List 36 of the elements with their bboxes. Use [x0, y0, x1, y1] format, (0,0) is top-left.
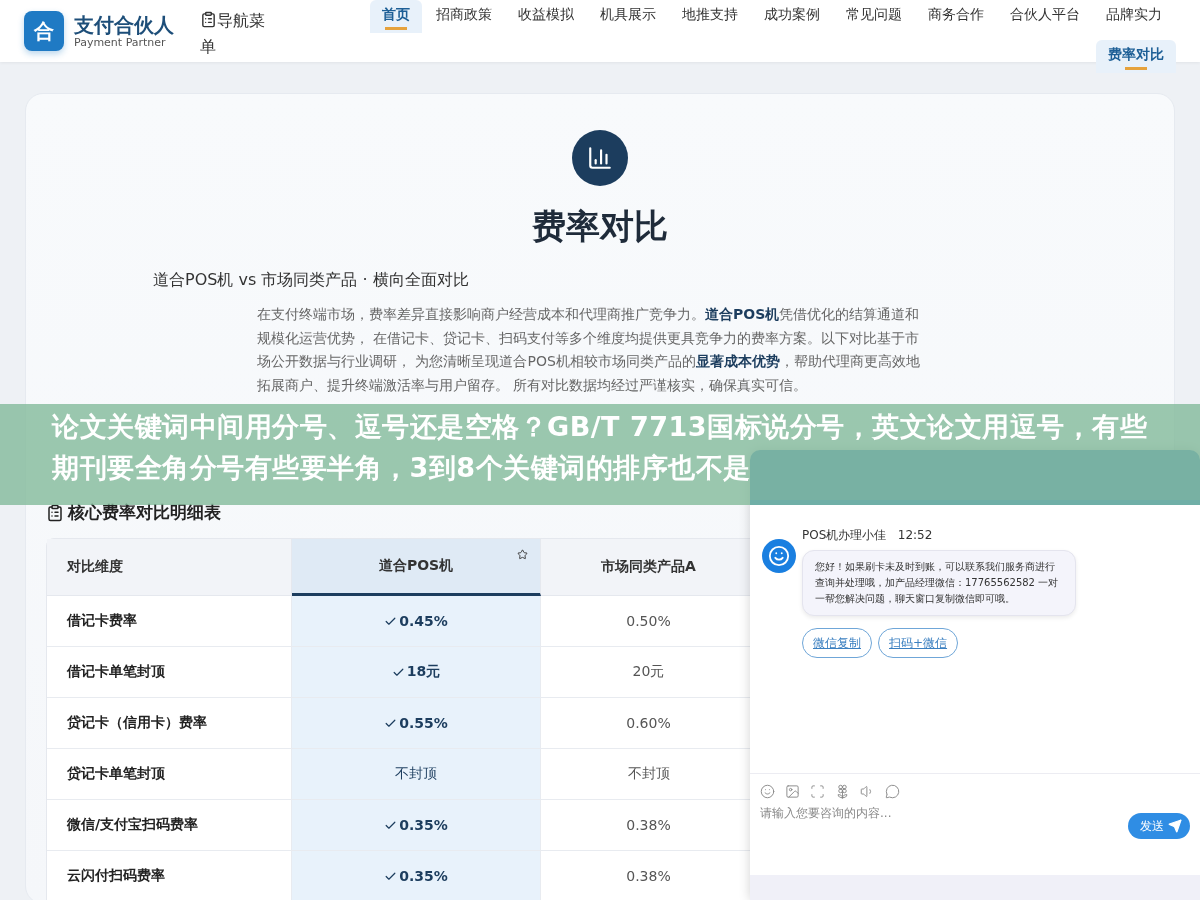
nav-tab[interactable]: 品牌实力 [1094, 0, 1174, 30]
table-cell: 贷记卡单笔封顶 [47, 749, 292, 800]
message-bubble: 您好！如果刷卡未及时到账，可以联系我们服务商进行查询并处理哦，加产品经理微信：17765562582 一对一帮您解决问题，聊天窗口复制微信即可哦。 [802, 550, 1076, 616]
table-cell: 0.35% [292, 800, 541, 851]
brand-tagline: Payment Partner [74, 37, 167, 49]
quick-reply-button[interactable]: 扫码+微信 [878, 628, 959, 658]
nav-tab[interactable]: 费率对比 [1096, 40, 1176, 73]
table-cell: 不封顶 [292, 749, 541, 800]
column-header: 道合POS机 [292, 539, 541, 596]
nav-tab[interactable]: 成功案例 [752, 0, 832, 30]
brand-name: 支付合伙人 [74, 13, 174, 37]
table-cell: 借记卡单笔封顶 [47, 647, 292, 698]
nav-tab[interactable]: 招商政策 [424, 0, 504, 30]
table-cell: 18元 [292, 647, 541, 698]
table-cell: 微信/支付宝扫码费率 [47, 800, 292, 851]
nav-tab[interactable]: 合伙人平台 [998, 0, 1092, 30]
nav-tab[interactable]: 地推支持 [670, 0, 750, 30]
overlay-banner: 论文关键词中间用分号、逗号还是空格？GB/T 7713国标说分号，英文论文用逗号，有些期刊要全角分号有些要半角，3到8个关键词的排序也不是 [0, 404, 1200, 505]
message-sender: POS机办理小佳 12:52 [802, 527, 934, 544]
nav-tab[interactable]: 常见问题 [834, 0, 914, 30]
nav-tab[interactable]: 首页 [370, 0, 422, 33]
subtitle: 道合POS机 vs 市场同类产品 · 横向全面对比 [153, 270, 470, 291]
table-cell: 贷记卡（信用卡）费率 [47, 698, 292, 749]
page-title: 费率对比 [532, 205, 668, 248]
table-cell: 0.45% [292, 596, 541, 647]
nav-tab[interactable]: 机具展示 [588, 0, 668, 30]
quick-reply-button[interactable]: 微信复制 [802, 628, 872, 658]
nav-tab[interactable]: 商务合作 [916, 0, 996, 30]
menu-toggle[interactable]: 导航菜单 [200, 8, 272, 60]
table-cell: 0.35% [292, 851, 541, 900]
table-cell: 借记卡费率 [47, 596, 292, 647]
intro-paragraph: 在支付终端市场，费率差异直接影响商户经营成本和代理商推广竞争力。道合POS机凭借优化的结算通道和规模化运营优势， 在借记卡、贷记卡、扫码支付等多个维度均提供更具竞争力的费率方案。以下对比基于市场公开数据与行业调研， 为您清晰呈现道合POS机相较市场同类产品的显著成本优势，帮助代理商更高效地拓展商户、提升终端激活率与用户留存。 所有对比数据均经过严谨核实，确保真实可信。 [257, 305, 921, 395]
nav-tab[interactable]: 收益模拟 [506, 0, 586, 30]
column-header: 对比维度 [47, 539, 292, 596]
logo[interactable]: 合 [24, 11, 64, 51]
table-cell: 0.55% [292, 698, 541, 749]
